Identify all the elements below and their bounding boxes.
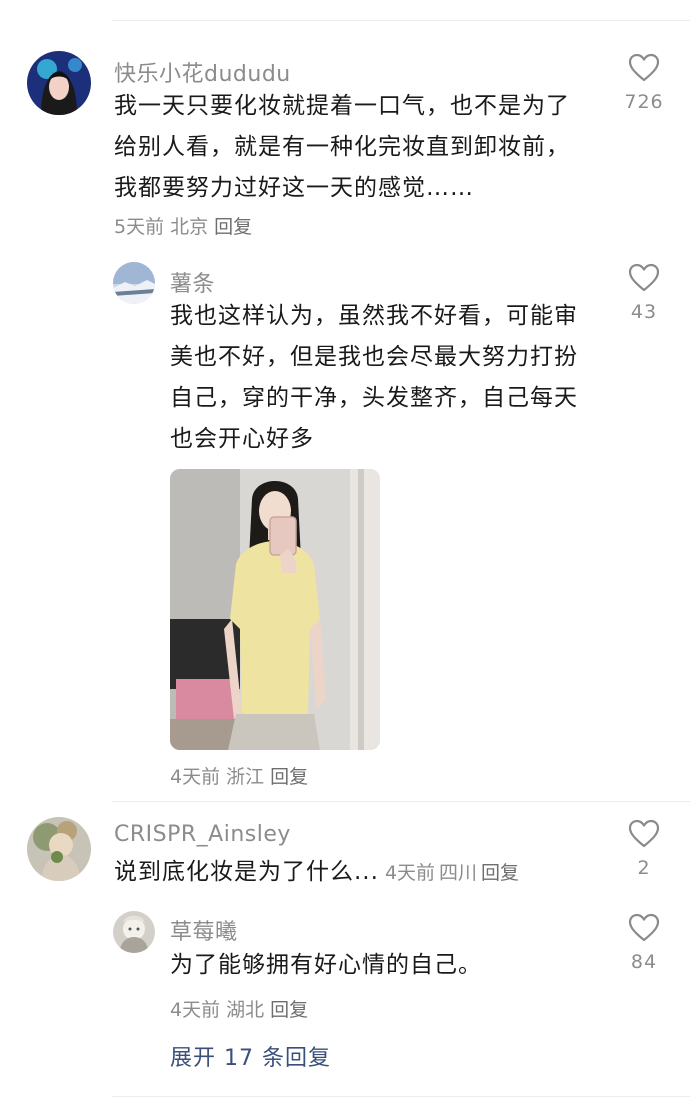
timestamp: 4天前 <box>384 862 436 884</box>
comment-text-line: 美也不好，但是我也会尽最大努力打扮 <box>170 344 578 370</box>
comment-feed: 快乐小花dududu 我一天只要化妆就提着一口气，也不是为了 给别人看，就是有一… <box>0 0 690 1113</box>
location: 湖北 <box>226 999 265 1021</box>
username[interactable]: CRISPR_Ainsley <box>114 822 291 847</box>
timestamp: 4天前 <box>170 766 221 788</box>
comment-text: 为了能够拥有好心情的自己。 <box>170 945 482 986</box>
reply-button[interactable]: 回复 <box>270 999 308 1021</box>
like-button[interactable]: 43 <box>614 263 674 323</box>
expand-replies-button[interactable]: 展开 17 条回复 <box>170 1040 331 1072</box>
heart-outline-icon <box>628 53 660 82</box>
comment-text-line: 我都要努力过好这一天的感觉…… <box>114 175 474 201</box>
reply-button[interactable]: 回复 <box>214 216 252 238</box>
avatar[interactable] <box>27 817 91 881</box>
comment-text-line: 我也这样认为，虽然我不好看，可能审 <box>170 303 578 329</box>
heart-outline-icon <box>628 263 660 292</box>
comment-text: 我也这样认为，虽然我不好看，可能审 美也不好，但是我也会尽最大努力打扮 自己，穿… <box>170 296 578 460</box>
comment-text-line: 我一天只要化妆就提着一口气，也不是为了 <box>114 93 570 119</box>
heart-outline-icon <box>628 913 660 942</box>
like-count: 84 <box>630 951 658 973</box>
reply-button[interactable]: 回复 <box>270 766 308 788</box>
attached-photo[interactable] <box>170 469 380 750</box>
comment-text: 我一天只要化妆就提着一口气，也不是为了 给别人看，就是有一种化完妆直到卸妆前， … <box>114 86 570 209</box>
like-button[interactable]: 2 <box>614 819 674 879</box>
like-count: 43 <box>630 301 658 323</box>
like-count: 726 <box>624 91 664 113</box>
heart-outline-icon <box>628 819 660 848</box>
like-button[interactable]: 726 <box>614 53 674 113</box>
avatar[interactable] <box>113 911 155 953</box>
divider <box>112 801 690 802</box>
like-button[interactable]: 84 <box>614 913 674 973</box>
username[interactable]: 快乐小花dududu <box>114 56 291 88</box>
comment-meta: 4天前 四川 回复 <box>385 862 523 884</box>
timestamp: 4天前 <box>170 999 221 1021</box>
location: 四川 <box>439 862 478 884</box>
comment-meta: 5天前 北京 回复 <box>114 212 258 239</box>
location: 北京 <box>170 216 209 238</box>
divider-top <box>112 20 690 21</box>
comment-meta: 4天前 浙江 回复 <box>170 762 314 789</box>
comment-text-line: 也会开心好多 <box>170 426 314 452</box>
comment-text-line: 自己，穿的干净，头发整齐，自己每天 <box>170 385 578 411</box>
comment-text-line: 为了能够拥有好心情的自己。 <box>170 952 482 978</box>
comment-text-line: 给别人看，就是有一种化完妆直到卸妆前， <box>114 134 570 160</box>
avatar[interactable] <box>113 262 155 304</box>
comment-meta: 4天前 湖北 回复 <box>170 995 314 1022</box>
like-count: 2 <box>637 857 651 879</box>
timestamp: 5天前 <box>114 216 165 238</box>
divider-bottom <box>112 1096 690 1097</box>
comment-text: 说到底化妆是为了什么... 4天前 四川 回复 <box>114 852 523 894</box>
username[interactable]: 草莓曦 <box>170 914 238 946</box>
reply-button[interactable]: 回复 <box>481 862 519 884</box>
username[interactable]: 薯条 <box>170 266 215 298</box>
location: 浙江 <box>226 766 265 788</box>
avatar[interactable] <box>27 51 91 115</box>
comment-text-line: 说到底化妆是为了什么... <box>114 859 379 885</box>
